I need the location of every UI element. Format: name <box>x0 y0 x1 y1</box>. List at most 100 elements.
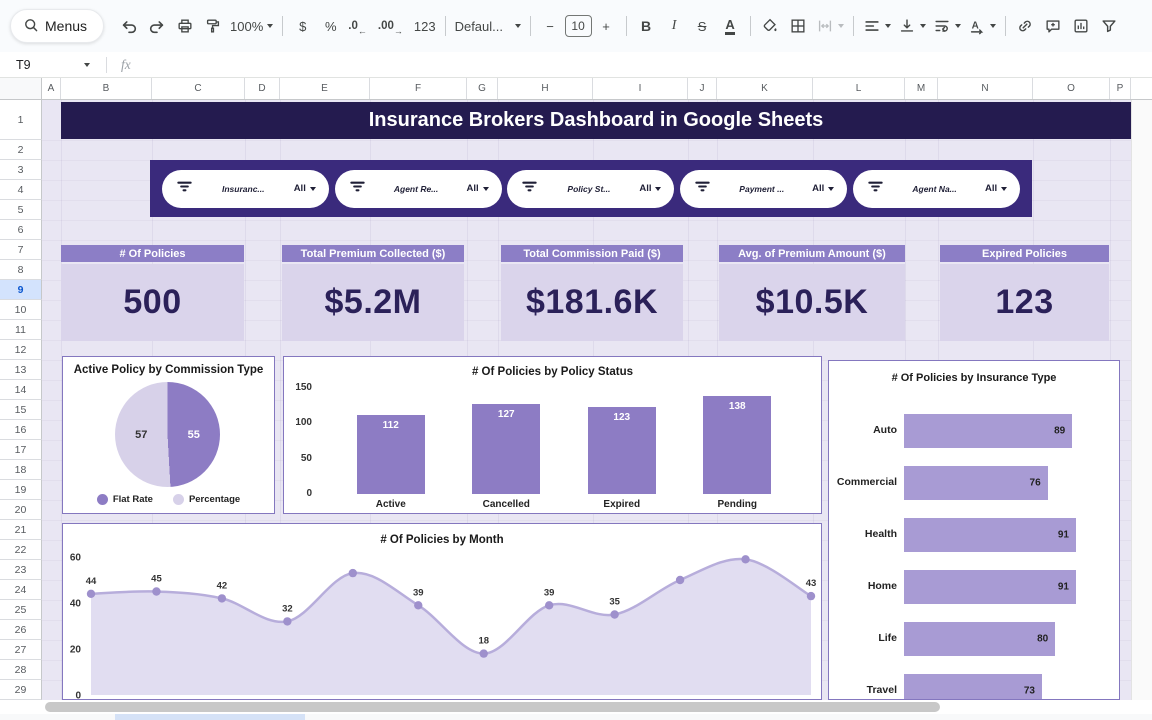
column-header-F[interactable]: F <box>370 78 467 99</box>
row-header-13[interactable]: 13 <box>0 360 42 380</box>
slicer-2[interactable]: Agent Re...All <box>335 170 502 208</box>
bar-active[interactable]: 112 <box>357 415 425 494</box>
bold-button[interactable]: B <box>633 12 660 40</box>
bar-pending[interactable]: 138 <box>703 396 771 494</box>
policy-status-chart-panel[interactable]: # Of Policies by Policy Status1501005001… <box>283 356 822 514</box>
row-header-5[interactable]: 5 <box>0 200 42 220</box>
row-header-12[interactable]: 12 <box>0 340 42 360</box>
column-header-K[interactable]: K <box>717 78 813 99</box>
font-size-input[interactable]: 10 <box>565 15 592 37</box>
line-chart[interactable]: 0204060444542323918393543 <box>63 524 822 700</box>
bar-expired[interactable]: 123 <box>588 407 656 494</box>
row-header-26[interactable]: 26 <box>0 620 42 640</box>
row-header-9[interactable]: 9 <box>0 280 42 300</box>
row-header-20[interactable]: 20 <box>0 500 42 520</box>
row-header-23[interactable]: 23 <box>0 560 42 580</box>
merge-cells-button[interactable] <box>813 12 847 40</box>
horizontal-scrollbar-thumb[interactable] <box>45 702 940 712</box>
vertical-align-button[interactable] <box>895 12 929 40</box>
horizontal-align-button[interactable] <box>860 12 894 40</box>
column-header-H[interactable]: H <box>498 78 593 99</box>
print-button[interactable] <box>171 12 198 40</box>
format-currency-button[interactable]: $ <box>289 12 316 40</box>
row-header-28[interactable]: 28 <box>0 660 42 680</box>
slicer-value[interactable]: All <box>639 183 661 194</box>
row-header-27[interactable]: 27 <box>0 640 42 660</box>
slicer-1[interactable]: Insuranc...All <box>162 170 329 208</box>
column-header-B[interactable]: B <box>61 78 152 99</box>
column-header-D[interactable]: D <box>245 78 280 99</box>
bar-cancelled[interactable]: 127 <box>472 404 540 494</box>
row-header-21[interactable]: 21 <box>0 520 42 540</box>
text-color-button[interactable]: A <box>717 12 744 40</box>
row-header-7[interactable]: 7 <box>0 240 42 260</box>
row-header-3[interactable]: 3 <box>0 160 42 180</box>
column-header-J[interactable]: J <box>688 78 717 99</box>
row-header-29[interactable]: 29 <box>0 680 42 700</box>
column-header-L[interactable]: L <box>813 78 905 99</box>
kpi-card-4[interactable]: Avg. of Premium Amount ($)$10.5K <box>719 245 905 341</box>
pie-chart[interactable]: 5557 <box>115 382 220 487</box>
more-formats-button[interactable]: 123 <box>411 12 439 40</box>
column-header-G[interactable]: G <box>467 78 498 99</box>
row-header-16[interactable]: 16 <box>0 420 42 440</box>
row-header-15[interactable]: 15 <box>0 400 42 420</box>
row-header-11[interactable]: 11 <box>0 320 42 340</box>
decrease-decimal-button[interactable]: .0← <box>345 12 374 40</box>
kpi-card-1[interactable]: # Of Policies500 <box>61 245 244 341</box>
slicer-4[interactable]: Payment ...All <box>680 170 847 208</box>
row-header-17[interactable]: 17 <box>0 440 42 460</box>
horizontal-scrollbar-track[interactable] <box>0 700 1152 714</box>
slicer-value[interactable]: All <box>294 183 316 194</box>
insert-chart-button[interactable] <box>1068 12 1095 40</box>
row-header-19[interactable]: 19 <box>0 480 42 500</box>
increase-font-size-button[interactable]: + <box>593 12 620 40</box>
column-header-M[interactable]: M <box>905 78 938 99</box>
increase-decimal-button[interactable]: .00→ <box>375 12 410 40</box>
row-header-25[interactable]: 25 <box>0 600 42 620</box>
text-wrap-button[interactable] <box>930 12 964 40</box>
format-percent-button[interactable]: % <box>317 12 344 40</box>
bar-commercial[interactable]: 76 <box>904 466 1048 500</box>
row-header-4[interactable]: 4 <box>0 180 42 200</box>
slicer-3[interactable]: Policy St...All <box>507 170 674 208</box>
redo-button[interactable] <box>143 12 170 40</box>
column-header-I[interactable]: I <box>593 78 688 99</box>
policies-by-month-chart-panel[interactable]: # Of Policies by Month020406044454232391… <box>62 523 822 700</box>
slicer-value[interactable]: All <box>985 183 1007 194</box>
vertical-scrollbar-track[interactable] <box>1131 100 1152 700</box>
strikethrough-button[interactable]: S <box>689 12 716 40</box>
slicer-value[interactable]: All <box>467 183 489 194</box>
select-all-corner[interactable] <box>0 78 42 99</box>
undo-button[interactable] <box>115 12 142 40</box>
row-header-14[interactable]: 14 <box>0 380 42 400</box>
kpi-card-3[interactable]: Total Commission Paid ($)$181.6K <box>501 245 683 341</box>
paint-format-button[interactable] <box>199 12 226 40</box>
fill-color-button[interactable] <box>757 12 784 40</box>
column-header-P[interactable]: P <box>1110 78 1131 99</box>
active-sheet-tab[interactable] <box>115 714 305 720</box>
bar-travel[interactable]: 73 <box>904 674 1042 700</box>
bar-auto[interactable]: 89 <box>904 414 1072 448</box>
text-rotation-button[interactable]: A <box>965 12 999 40</box>
row-header-6[interactable]: 6 <box>0 220 42 240</box>
column-header-E[interactable]: E <box>280 78 370 99</box>
insert-link-button[interactable] <box>1012 12 1039 40</box>
name-box[interactable]: T9 <box>0 58 100 72</box>
pie-chart-panel[interactable]: Active Policy by Commission Type5557Flat… <box>62 356 275 514</box>
row-header-1[interactable]: 1 <box>0 100 42 140</box>
borders-button[interactable] <box>785 12 812 40</box>
bar-health[interactable]: 91 <box>904 518 1076 552</box>
slicer-5[interactable]: Agent Na...All <box>853 170 1020 208</box>
menus-button[interactable]: Menus <box>10 9 104 43</box>
row-header-10[interactable]: 10 <box>0 300 42 320</box>
row-header-8[interactable]: 8 <box>0 260 42 280</box>
insurance-type-chart-panel[interactable]: # Of Policies by Insurance TypeAuto89Com… <box>828 360 1120 700</box>
font-select[interactable]: Defaul... <box>452 12 524 40</box>
kpi-card-2[interactable]: Total Premium Collected ($)$5.2M <box>282 245 464 341</box>
slicer-value[interactable]: All <box>812 183 834 194</box>
insert-comment-button[interactable] <box>1040 12 1067 40</box>
zoom-select[interactable]: 100% <box>227 12 276 40</box>
column-header-A[interactable]: A <box>42 78 61 99</box>
decrease-font-size-button[interactable]: − <box>537 12 564 40</box>
